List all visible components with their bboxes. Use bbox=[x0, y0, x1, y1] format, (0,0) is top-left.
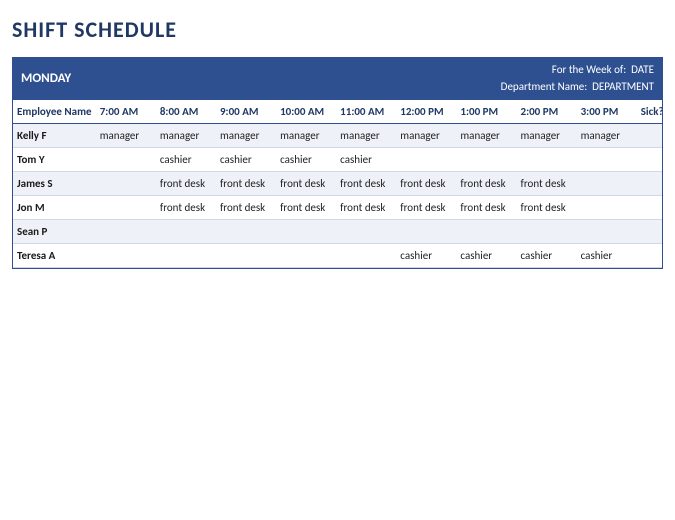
shift-cell bbox=[156, 244, 216, 268]
shift-cell: front desk bbox=[156, 172, 216, 196]
week-line: For the Week of: DATE bbox=[450, 62, 654, 79]
schedule-table: Employee Name7:00 AM8:00 AM9:00 AM10:00 … bbox=[13, 99, 662, 268]
shift-cell: cashier bbox=[156, 148, 216, 172]
page-title: SHIFT SCHEDULE bbox=[12, 16, 663, 43]
shift-cell: front desk bbox=[156, 196, 216, 220]
employee-name: Kelly F bbox=[13, 124, 96, 148]
col-header-9: 3:00 PM bbox=[577, 100, 637, 124]
shift-cell bbox=[276, 244, 336, 268]
shift-cell: front desk bbox=[276, 196, 336, 220]
col-header-1: 7:00 AM bbox=[96, 100, 156, 124]
shift-cell bbox=[336, 220, 396, 244]
col-header-6: 12:00 PM bbox=[396, 100, 456, 124]
table-row: Teresa Acashiercashiercashiercashier bbox=[13, 244, 662, 268]
week-value: DATE bbox=[631, 63, 654, 76]
week-info: For the Week of: DATE Department Name: D… bbox=[442, 58, 662, 99]
shift-cell bbox=[396, 148, 456, 172]
shift-cell: cashier bbox=[216, 148, 276, 172]
shift-cell bbox=[396, 220, 456, 244]
shift-cell bbox=[637, 244, 662, 268]
shift-cell: front desk bbox=[396, 172, 456, 196]
shift-cell: manager bbox=[96, 124, 156, 148]
shift-cell bbox=[96, 244, 156, 268]
week-label: For the Week of: bbox=[552, 63, 626, 76]
table-wrapper: Employee Name7:00 AM8:00 AM9:00 AM10:00 … bbox=[13, 99, 662, 268]
shift-cell bbox=[577, 196, 637, 220]
schedule-header: MONDAY For the Week of: DATE Department … bbox=[13, 58, 662, 99]
day-label: MONDAY bbox=[13, 58, 442, 99]
shift-cell: manager bbox=[517, 124, 577, 148]
table-row: Sean P bbox=[13, 220, 662, 244]
shift-cell: front desk bbox=[456, 172, 516, 196]
employee-name: Sean P bbox=[13, 220, 96, 244]
shift-cell bbox=[517, 148, 577, 172]
col-header-8: 2:00 PM bbox=[517, 100, 577, 124]
shift-cell: manager bbox=[336, 124, 396, 148]
shift-cell bbox=[96, 196, 156, 220]
shift-cell: front desk bbox=[276, 172, 336, 196]
shift-cell bbox=[456, 220, 516, 244]
column-header-row: Employee Name7:00 AM8:00 AM9:00 AM10:00 … bbox=[13, 100, 662, 124]
col-header-7: 1:00 PM bbox=[456, 100, 516, 124]
col-header-2: 8:00 AM bbox=[156, 100, 216, 124]
col-header-3: 9:00 AM bbox=[216, 100, 276, 124]
shift-cell: manager bbox=[216, 124, 276, 148]
table-row: Tom Ycashiercashiercashiercashier bbox=[13, 148, 662, 172]
shift-cell bbox=[637, 220, 662, 244]
shift-cell bbox=[456, 148, 516, 172]
shift-cell bbox=[637, 148, 662, 172]
shift-cell bbox=[336, 244, 396, 268]
col-header-0: Employee Name bbox=[13, 100, 96, 124]
shift-cell: front desk bbox=[336, 172, 396, 196]
shift-cell: front desk bbox=[456, 196, 516, 220]
shift-cell bbox=[156, 220, 216, 244]
employee-name: Jon M bbox=[13, 196, 96, 220]
table-row: Jon Mfront deskfront deskfront deskfront… bbox=[13, 196, 662, 220]
shift-cell: front desk bbox=[517, 172, 577, 196]
table-row: Kelly Fmanagermanagermanagermanagermanag… bbox=[13, 124, 662, 148]
table-row: James Sfront deskfront deskfront deskfro… bbox=[13, 172, 662, 196]
shift-cell: cashier bbox=[456, 244, 516, 268]
col-header-5: 11:00 AM bbox=[336, 100, 396, 124]
shift-cell: manager bbox=[396, 124, 456, 148]
shift-cell bbox=[96, 148, 156, 172]
shift-cell: front desk bbox=[517, 196, 577, 220]
shift-cell: manager bbox=[577, 124, 637, 148]
shift-cell bbox=[216, 244, 276, 268]
shift-cell bbox=[517, 220, 577, 244]
col-header-4: 10:00 AM bbox=[276, 100, 336, 124]
shift-cell bbox=[637, 196, 662, 220]
employee-name: Teresa A bbox=[13, 244, 96, 268]
col-header-10: Sick? bbox=[637, 100, 662, 124]
shift-cell: cashier bbox=[276, 148, 336, 172]
shift-cell bbox=[577, 148, 637, 172]
shift-cell: cashier bbox=[396, 244, 456, 268]
shift-cell: cashier bbox=[336, 148, 396, 172]
shift-cell: manager bbox=[276, 124, 336, 148]
employee-name: James S bbox=[13, 172, 96, 196]
shift-cell: front desk bbox=[396, 196, 456, 220]
schedule-container: MONDAY For the Week of: DATE Department … bbox=[12, 57, 663, 269]
shift-cell bbox=[577, 172, 637, 196]
shift-cell: front desk bbox=[336, 196, 396, 220]
shift-cell: cashier bbox=[577, 244, 637, 268]
employee-name: Tom Y bbox=[13, 148, 96, 172]
shift-cell: front desk bbox=[216, 172, 276, 196]
shift-cell: front desk bbox=[216, 196, 276, 220]
shift-cell bbox=[637, 172, 662, 196]
shift-cell bbox=[216, 220, 276, 244]
shift-cell bbox=[637, 124, 662, 148]
shift-cell bbox=[276, 220, 336, 244]
dept-line: Department Name: DEPARTMENT bbox=[450, 79, 654, 96]
shift-cell: manager bbox=[156, 124, 216, 148]
shift-cell: cashier bbox=[517, 244, 577, 268]
dept-label: Department Name: bbox=[501, 80, 588, 93]
shift-cell bbox=[577, 220, 637, 244]
dept-value: DEPARTMENT bbox=[592, 80, 654, 93]
shift-cell: manager bbox=[456, 124, 516, 148]
shift-cell bbox=[96, 172, 156, 196]
page: SHIFT SCHEDULE MONDAY For the Week of: D… bbox=[0, 0, 675, 281]
shift-cell bbox=[96, 220, 156, 244]
